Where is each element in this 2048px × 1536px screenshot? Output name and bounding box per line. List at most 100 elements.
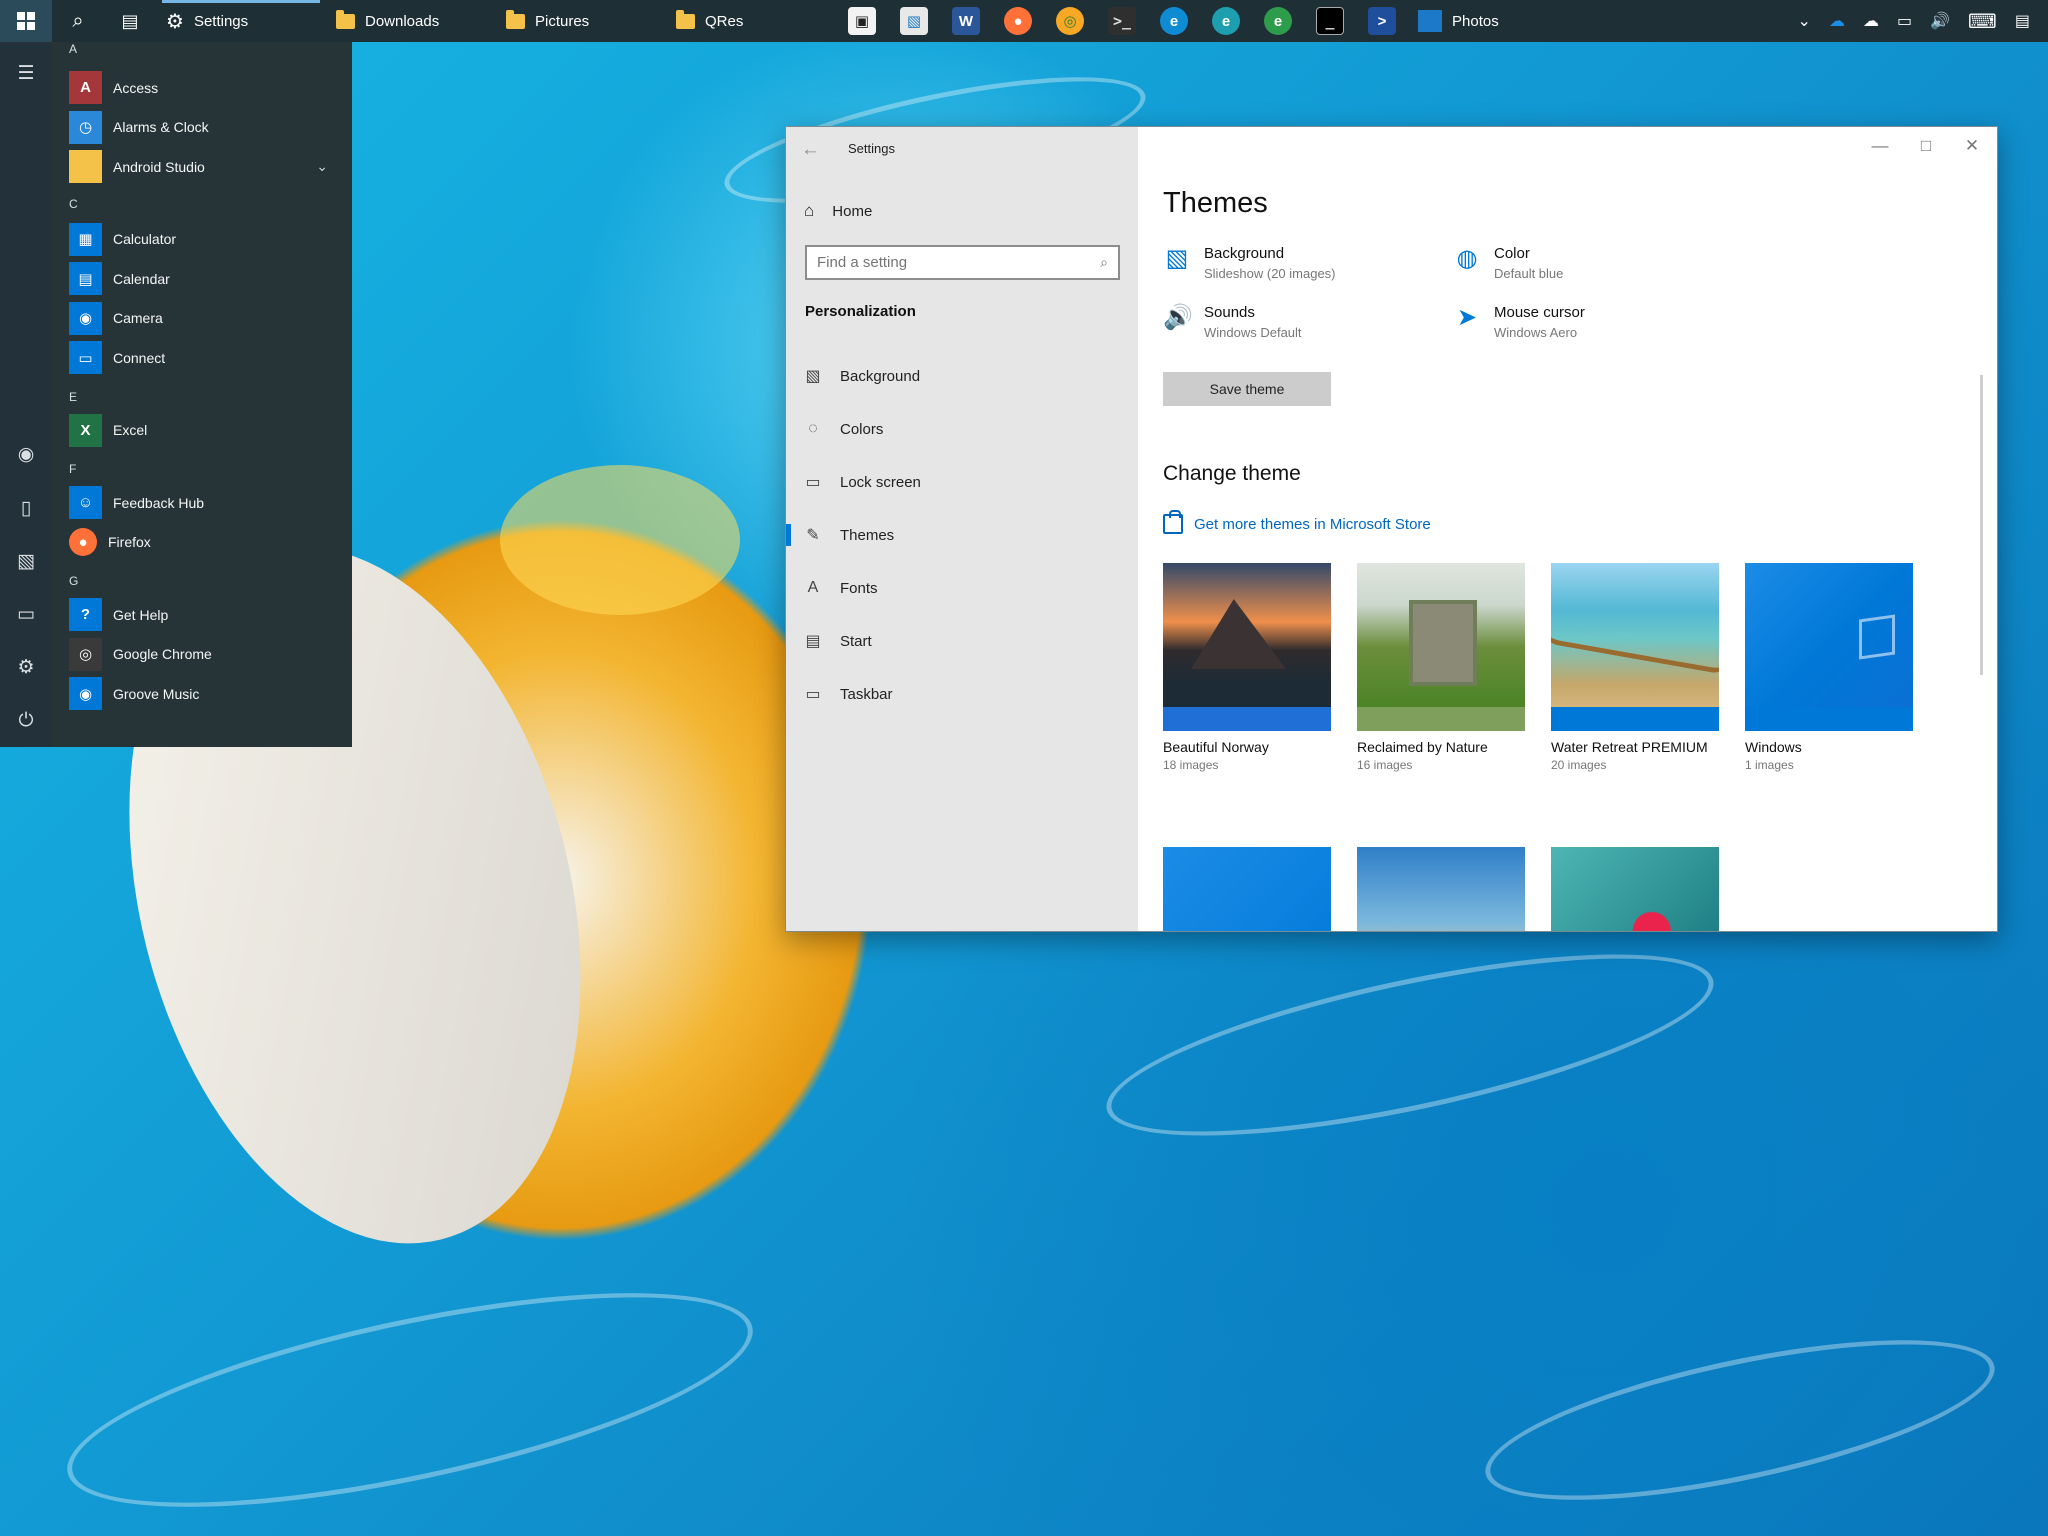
start-item-get-help[interactable]: ? Get Help: [52, 595, 352, 635]
settings-search-box[interactable]: ⌕: [805, 245, 1120, 280]
chrome-icon: ◎: [69, 637, 102, 671]
camera-icon: ◉: [69, 301, 102, 335]
nav-item-label: Lock screen: [840, 473, 921, 491]
photos-icon[interactable]: ▧: [900, 7, 928, 35]
excel-icon: X: [69, 413, 102, 447]
nav-item-fonts[interactable]: A Fonts: [786, 566, 1138, 610]
property-title: Mouse cursor: [1494, 304, 1585, 321]
nav-item-lock-screen[interactable]: ▭ Lock screen: [786, 460, 1138, 504]
theme-thumbnail: [1163, 847, 1331, 931]
theme-property-color[interactable]: ◍ Color Default blue: [1453, 245, 1564, 283]
firefox-icon[interactable]: ●: [1004, 7, 1032, 35]
start-item-google-chrome[interactable]: ◎ Google Chrome: [52, 635, 352, 675]
start-item-android-studio[interactable]: Android Studio ⌄: [52, 147, 352, 187]
nav-item-background[interactable]: ▧ Background: [786, 354, 1138, 398]
cloud-icon[interactable]: ☁: [1863, 11, 1879, 31]
edge-dev-icon[interactable]: e: [1212, 7, 1240, 35]
taskbar-task-photos[interactable]: Photos: [1408, 0, 1558, 42]
search-icon[interactable]: ⌕: [1100, 254, 1108, 271]
palette-icon: ◍: [1456, 245, 1478, 272]
taskbar-task-qres[interactable]: QRes: [666, 0, 836, 42]
command-prompt-icon[interactable]: _: [1316, 7, 1344, 35]
nav-item-start[interactable]: ▤ Start: [786, 619, 1138, 663]
power-icon[interactable]: ⏻: [14, 709, 38, 733]
word-icon[interactable]: W: [952, 7, 980, 35]
edge-canary-icon[interactable]: e: [1264, 7, 1292, 35]
start-item-firefox[interactable]: ● Firefox: [52, 523, 352, 563]
theme-card-next-row-2[interactable]: [1357, 847, 1525, 931]
theme-property-sounds[interactable]: 🔊 Sounds Windows Default: [1163, 304, 1302, 342]
microsoft-store-link[interactable]: Get more themes in Microsoft Store: [1163, 510, 1431, 534]
start-item-excel[interactable]: X Excel: [52, 411, 352, 451]
start-button[interactable]: [0, 0, 52, 42]
nav-item-label: Themes: [840, 526, 895, 544]
folder-icon: [676, 9, 695, 29]
notification-icon[interactable]: ▤: [2015, 11, 2030, 31]
letter-header-c[interactable]: C: [52, 187, 352, 220]
search-input[interactable]: [817, 254, 1077, 271]
theme-thumbnail: [1745, 563, 1913, 731]
nav-item-taskbar[interactable]: ▭ Taskbar: [786, 672, 1138, 716]
nav-home-link[interactable]: ⌂ Home: [804, 197, 872, 225]
theme-card-windows[interactable]: Windows 1 images: [1745, 563, 1913, 772]
letter-header-g[interactable]: G: [52, 562, 352, 595]
keyboard-icon[interactable]: ⌨: [1968, 9, 1997, 34]
documents-icon[interactable]: ▯: [14, 497, 38, 521]
start-item-calculator[interactable]: ▦ Calculator: [52, 220, 352, 260]
onedrive-icon[interactable]: ☁: [1829, 11, 1845, 31]
terminal-icon[interactable]: >_: [1108, 7, 1136, 35]
start-item-access[interactable]: A Access: [52, 68, 352, 108]
letter-header-f[interactable]: F: [52, 450, 352, 483]
microsoft-store-icon[interactable]: ▣: [848, 7, 876, 35]
themes-icon: ✎: [806, 527, 820, 544]
search-button[interactable]: ⌕: [52, 0, 104, 42]
taskbar-task-settings[interactable]: ⚙ Settings: [156, 0, 326, 42]
theme-image-count: 16 images: [1357, 758, 1413, 772]
pictures-icon[interactable]: ▧: [14, 550, 38, 574]
taskbar-task-pictures[interactable]: Pictures: [496, 0, 666, 42]
theme-property-background[interactable]: ▧ Background Slideshow (20 images): [1163, 245, 1336, 283]
change-theme-heading: Change theme: [1163, 462, 1301, 485]
hamburger-menu-icon[interactable]: ☰: [14, 62, 38, 86]
edge-beta-icon[interactable]: e: [1160, 7, 1188, 35]
settings-gear-icon[interactable]: ⚙: [14, 656, 38, 680]
scrollbar-thumb[interactable]: [1980, 375, 1983, 675]
theme-accent-swatch: [1745, 707, 1913, 731]
taskbar-task-label: Pictures: [535, 12, 590, 30]
start-item-alarms-clock[interactable]: ◷ Alarms & Clock: [52, 108, 352, 148]
image-icon: ▧: [805, 368, 821, 385]
chrome-icon[interactable]: ◎: [1056, 7, 1084, 35]
folder-icon: [506, 9, 525, 29]
save-theme-button[interactable]: Save theme: [1163, 372, 1331, 406]
file-explorer-icon[interactable]: ▭: [14, 603, 38, 627]
taskbar-task-downloads[interactable]: Downloads: [326, 0, 496, 42]
start-item-calendar[interactable]: ▤ Calendar: [52, 259, 352, 299]
theme-card-beautiful-norway[interactable]: Beautiful Norway 18 images: [1163, 563, 1331, 772]
start-item-feedback-hub[interactable]: ☺ Feedback Hub: [52, 483, 352, 523]
start-item-groove-music[interactable]: ◉ Groove Music: [52, 674, 352, 714]
theme-card-reclaimed-by-nature[interactable]: Reclaimed by Nature 16 images: [1357, 563, 1525, 772]
nav-item-label: Start: [840, 632, 872, 650]
start-item-camera[interactable]: ◉ Camera: [52, 299, 352, 339]
gear-icon: ⚙: [166, 10, 184, 33]
theme-card-next-row-1[interactable]: [1163, 847, 1331, 931]
folder-icon: [336, 9, 355, 29]
theme-name: Reclaimed by Nature: [1357, 739, 1488, 755]
nav-item-colors[interactable]: ◌ Colors: [786, 407, 1138, 451]
theme-card-next-row-3[interactable]: [1551, 847, 1719, 931]
network-icon[interactable]: ▭: [1897, 11, 1912, 31]
letter-header-e[interactable]: E: [52, 378, 352, 411]
theme-property-mouse-cursor[interactable]: ➤ Mouse cursor Windows Aero: [1453, 304, 1585, 342]
theme-card-water-retreat-premium[interactable]: Water Retreat PREMIUM 20 images: [1551, 563, 1719, 772]
start-item-connect[interactable]: ▭ Connect: [52, 338, 352, 378]
chevron-down-icon[interactable]: ⌄: [316, 158, 328, 175]
taskbar-task-label: Settings: [193, 12, 249, 30]
nav-item-themes[interactable]: ✎ Themes: [786, 513, 1138, 557]
task-view-button[interactable]: ▤: [104, 0, 156, 42]
powershell-icon[interactable]: >: [1368, 7, 1396, 35]
letter-header-a[interactable]: A: [52, 42, 352, 68]
start-menu-app-list: A A Access ◷ Alarms & Clock Android Studio…: [52, 42, 352, 747]
chevron-up-icon[interactable]: ⌄: [1798, 11, 1811, 31]
volume-icon[interactable]: 🔊: [1930, 11, 1950, 31]
user-avatar-icon[interactable]: ◉: [14, 443, 38, 467]
